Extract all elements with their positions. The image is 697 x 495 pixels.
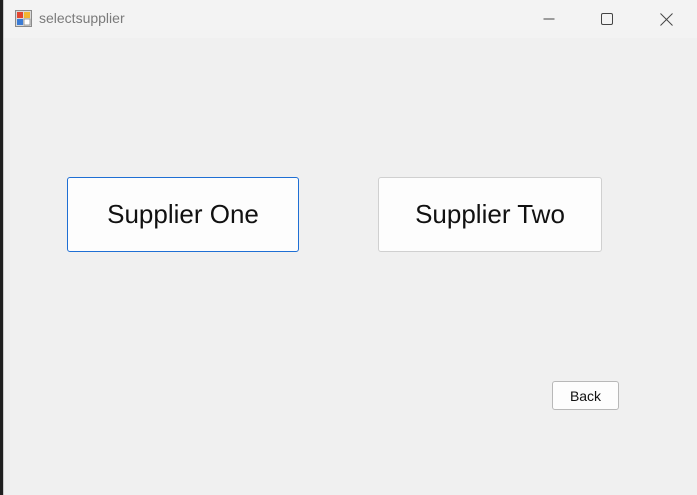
- window-title: selectsupplier: [39, 10, 125, 26]
- app-window: selectsupplier Supplier One Supplier Two…: [3, 0, 697, 495]
- close-icon: [659, 12, 673, 26]
- supplier-one-button[interactable]: Supplier One: [67, 177, 299, 252]
- maximize-button[interactable]: [584, 0, 630, 38]
- title-bar[interactable]: selectsupplier: [4, 0, 697, 38]
- form-app-icon: [15, 10, 32, 27]
- supplier-two-button[interactable]: Supplier Two: [378, 177, 602, 252]
- back-button[interactable]: Back: [552, 381, 619, 410]
- maximize-icon: [601, 13, 613, 25]
- minimize-icon: [543, 18, 555, 20]
- close-button[interactable]: [643, 0, 689, 38]
- minimize-button[interactable]: [526, 0, 572, 38]
